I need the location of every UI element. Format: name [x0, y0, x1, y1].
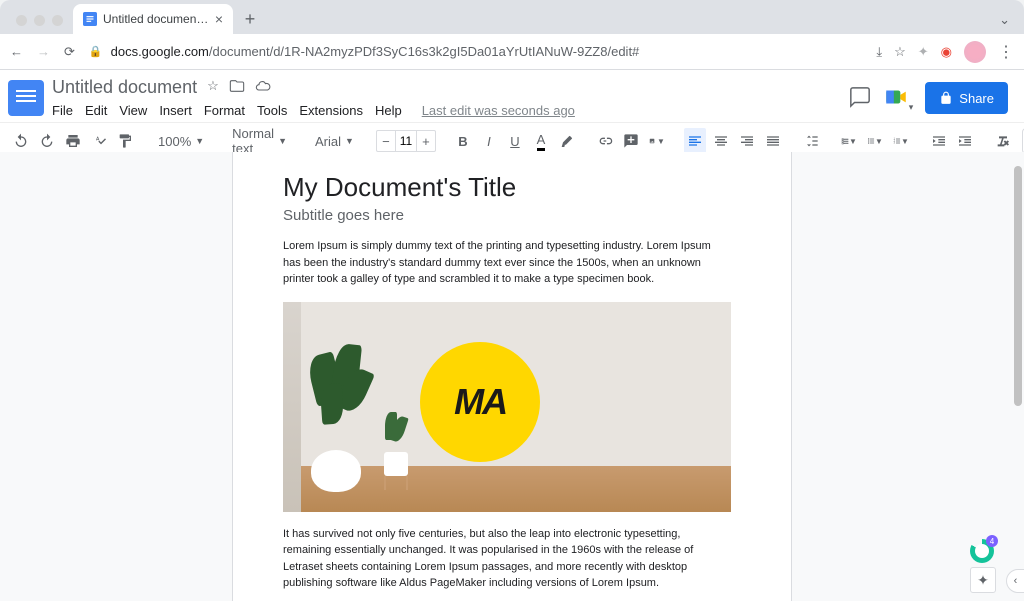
align-justify-button[interactable]	[762, 128, 784, 154]
tabs-dropdown-icon[interactable]: ⌄	[999, 12, 1016, 34]
menu-help[interactable]: Help	[375, 103, 402, 118]
zoom-dropdown[interactable]: 100%▼	[152, 128, 210, 154]
grammarly-badge: 4	[986, 535, 998, 547]
line-spacing-button[interactable]	[800, 128, 822, 154]
browser-chrome: Untitled document - Google D × + ⌄ ← → ⟳…	[0, 0, 1024, 70]
document-image[interactable]: MA	[283, 302, 731, 512]
increase-indent-button[interactable]	[954, 128, 976, 154]
menu-edit[interactable]: Edit	[85, 103, 107, 118]
url-text: docs.google.com/document/d/1R-NA2myzPDf3…	[111, 44, 640, 59]
lock-icon	[939, 91, 953, 105]
document-page[interactable]: My Document's Title Subtitle goes here L…	[232, 152, 792, 601]
underline-button[interactable]: U	[504, 128, 526, 154]
align-left-button[interactable]	[684, 128, 706, 154]
menu-view[interactable]: View	[119, 103, 147, 118]
menu-tools[interactable]: Tools	[257, 103, 287, 118]
meet-present-icon[interactable]: ▾	[883, 84, 914, 113]
comment-history-icon[interactable]	[849, 86, 871, 111]
new-tab-button[interactable]: +	[237, 6, 263, 32]
window-controls[interactable]	[8, 15, 73, 34]
menu-file[interactable]: File	[52, 103, 73, 118]
document-subtitle[interactable]: Subtitle goes here	[283, 207, 731, 224]
insert-link-button[interactable]	[594, 128, 616, 154]
install-app-icon[interactable]: ⤓	[876, 44, 882, 60]
browser-tab[interactable]: Untitled document - Google D ×	[73, 4, 233, 34]
decrease-indent-button[interactable]	[928, 128, 950, 154]
align-right-button[interactable]	[736, 128, 758, 154]
tab-label: Untitled document - Google D	[103, 12, 209, 26]
docs-logo-icon[interactable]	[8, 80, 44, 116]
back-button[interactable]: ←	[10, 44, 23, 60]
paint-format-button[interactable]	[114, 128, 136, 154]
address-bar[interactable]: 🔒 docs.google.com/document/d/1R-NA2myzPD…	[85, 38, 866, 66]
print-button[interactable]	[62, 128, 84, 154]
spellcheck-button[interactable]	[88, 128, 110, 154]
browser-menu-icon[interactable]: ⋮	[998, 42, 1014, 62]
font-dropdown[interactable]: Arial▼	[309, 128, 360, 154]
cloud-status-icon[interactable]	[255, 78, 271, 97]
explore-button[interactable]: ✦	[970, 567, 996, 593]
clear-formatting-button[interactable]	[992, 128, 1014, 154]
menu-bar: File Edit View Insert Format Tools Exten…	[52, 98, 849, 122]
share-label: Share	[959, 91, 994, 106]
checklist-button[interactable]: ▼	[838, 128, 860, 154]
bold-button[interactable]: B	[452, 128, 474, 154]
menu-insert[interactable]: Insert	[159, 103, 192, 118]
star-icon[interactable]: ☆	[207, 78, 219, 97]
document-heading[interactable]: My Document's Title	[283, 172, 731, 203]
image-badge: MA	[420, 342, 540, 462]
close-tab-icon[interactable]: ×	[215, 11, 223, 27]
paragraph-style-dropdown[interactable]: Normal text▼	[226, 128, 293, 154]
document-canvas[interactable]: My Document's Title Subtitle goes here L…	[0, 152, 1024, 601]
align-center-button[interactable]	[710, 128, 732, 154]
tab-strip: Untitled document - Google D × + ⌄	[0, 0, 1024, 34]
grammarly-button[interactable]: 4	[970, 539, 994, 563]
paragraph-2[interactable]: It has survived not only five centuries,…	[283, 526, 731, 592]
font-size-increase[interactable]: +	[417, 130, 435, 152]
insert-image-button[interactable]: ▼	[646, 128, 668, 154]
extension-dot-icon[interactable]: ◉	[941, 44, 952, 60]
italic-button[interactable]: I	[478, 128, 500, 154]
move-icon[interactable]	[229, 78, 245, 97]
redo-button[interactable]	[36, 128, 58, 154]
address-bar-row: ← → ⟳ 🔒 docs.google.com/document/d/1R-NA…	[0, 34, 1024, 70]
last-edit-link[interactable]: Last edit was seconds ago	[422, 103, 575, 118]
reload-button[interactable]: ⟳	[64, 44, 75, 60]
share-button[interactable]: Share	[925, 82, 1008, 114]
paragraph-1[interactable]: Lorem Ipsum is simply dummy text of the …	[283, 238, 731, 288]
font-size-stepper[interactable]: − +	[376, 130, 436, 152]
numbered-list-button[interactable]: 123▼	[890, 128, 912, 154]
vertical-scrollbar[interactable]	[1014, 156, 1022, 536]
font-size-decrease[interactable]: −	[377, 130, 395, 152]
font-size-input[interactable]	[395, 131, 417, 151]
extensions-icon[interactable]: ✦	[918, 44, 929, 60]
docs-favicon-icon	[83, 12, 97, 26]
side-panel-toggle[interactable]: ‹	[1006, 569, 1024, 593]
bookmark-icon[interactable]: ☆	[894, 44, 906, 60]
lock-icon: 🔒	[89, 45, 103, 58]
highlight-button[interactable]	[556, 128, 578, 154]
menu-format[interactable]: Format	[204, 103, 245, 118]
undo-button[interactable]	[10, 128, 32, 154]
docs-header: Untitled document ☆ File Edit View Inser…	[0, 70, 1024, 122]
insert-comment-button[interactable]	[620, 128, 642, 154]
svg-text:3: 3	[894, 143, 896, 145]
text-color-button[interactable]: A	[530, 128, 552, 154]
document-title-input[interactable]: Untitled document	[52, 77, 197, 98]
forward-button[interactable]: →	[37, 44, 50, 60]
menu-extensions[interactable]: Extensions	[299, 103, 363, 118]
bullet-list-button[interactable]: ▼	[864, 128, 886, 154]
profile-avatar[interactable]	[964, 41, 986, 63]
